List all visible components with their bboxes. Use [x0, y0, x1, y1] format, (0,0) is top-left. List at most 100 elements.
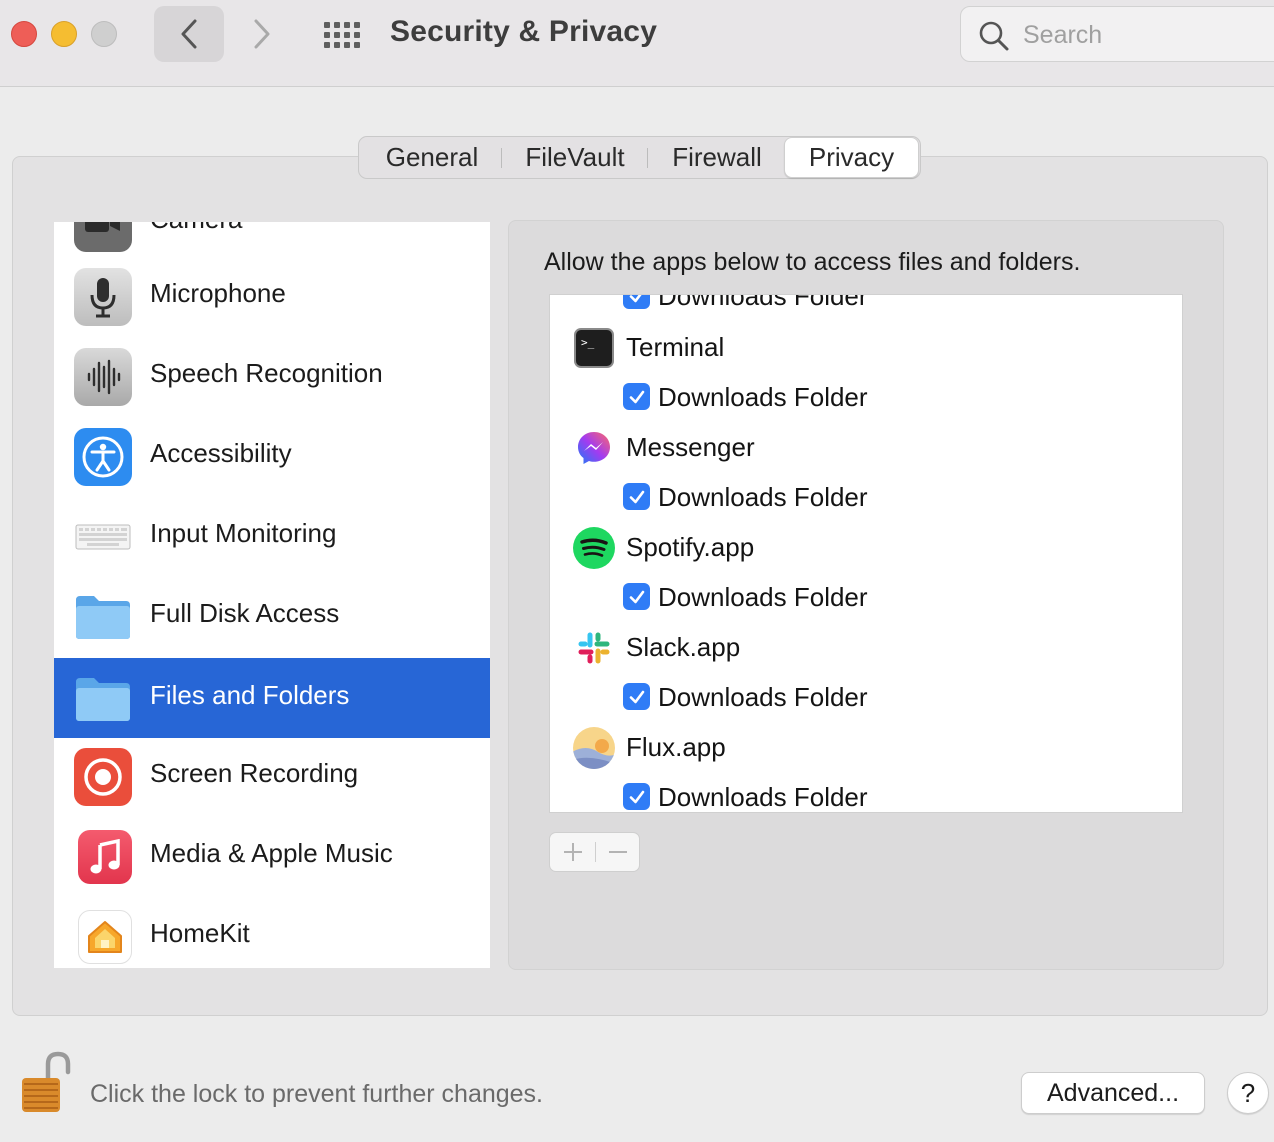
app-name: Spotify.app [626, 532, 755, 562]
unlocked-padlock-icon [22, 1051, 71, 1112]
checkmark-icon [629, 790, 644, 803]
sidebar-item-label: HomeKit [150, 918, 250, 948]
close-button[interactable] [11, 21, 37, 47]
permission-label: Downloads Folder [658, 682, 868, 712]
permission-row[interactable]: Downloads Folder [550, 772, 1182, 812]
microphone-icon [74, 268, 132, 326]
permission-label: Downloads Folder [658, 482, 868, 512]
search-placeholder: Search [1023, 21, 1103, 49]
sidebar-item-label: Camera [150, 222, 242, 235]
checkmark-icon [629, 295, 641, 302]
sidebar-item-speech-recognition[interactable]: Speech Recognition [54, 336, 490, 416]
search-icon [979, 21, 1009, 51]
tab-separator [501, 148, 502, 168]
permission-row[interactable]: Downloads Folder [550, 672, 1182, 722]
svg-text:>_: >_ [581, 336, 595, 349]
add-remove-control [549, 832, 640, 872]
permission-label: Downloads Folder [658, 382, 868, 412]
tab-firewall[interactable]: Firewall [652, 137, 782, 178]
tab-filevault[interactable]: FileVault [507, 137, 643, 178]
permission-label: Downloads Folder [658, 782, 868, 812]
checkmark-icon [629, 590, 644, 603]
sidebar-item-label: Microphone [150, 278, 286, 308]
sidebar-item-microphone[interactable]: Microphone [54, 256, 490, 336]
app-row-messenger: Messenger [550, 422, 1182, 472]
accessibility-icon [74, 428, 132, 486]
checkmark-icon [629, 690, 644, 703]
checkmark-icon [629, 490, 644, 503]
tab-bar: General FileVault Firewall Privacy [358, 136, 921, 179]
app-name: Messenger [626, 432, 755, 462]
detail-heading: Allow the apps below to access files and… [544, 248, 1081, 276]
sidebar-item-label: Screen Recording [150, 758, 359, 788]
app-name: Terminal [626, 332, 725, 362]
sidebar-item-full-disk-access[interactable]: Full Disk Access [54, 576, 490, 656]
minus-icon [609, 851, 627, 853]
permission-row[interactable]: Downloads Folder [550, 372, 1182, 422]
sidebar-item-media-apple-music[interactable]: Media & Apple Music [54, 816, 490, 896]
lock-button[interactable] [18, 1050, 74, 1116]
spotify-icon [572, 526, 616, 570]
checkbox-checked[interactable] [623, 583, 650, 610]
checkbox-checked[interactable] [623, 783, 650, 810]
add-app-button[interactable] [550, 833, 595, 871]
permission-row[interactable]: Downloads Folder [550, 472, 1182, 522]
permission-label: Downloads Folder [658, 582, 868, 612]
keyboard-icon [74, 508, 132, 566]
lock-status-text: Click the lock to prevent further change… [90, 1080, 544, 1108]
checkmark-icon [629, 390, 644, 403]
app-name: Flux.app [626, 732, 726, 762]
permission-row[interactable]: Downloads Folder [550, 572, 1182, 622]
checkbox-checked[interactable] [623, 683, 650, 710]
sidebar-item-homekit[interactable]: HomeKit [54, 896, 490, 968]
sidebar-item-label: Files and Folders [150, 680, 350, 710]
sidebar-item-label: Full Disk Access [150, 598, 340, 628]
app-row-terminal: >_ Terminal [550, 322, 1182, 372]
flux-icon [572, 726, 616, 770]
help-button[interactable]: ? [1227, 1072, 1269, 1114]
app-row-flux: Flux.app [550, 722, 1182, 772]
plus-icon [563, 843, 582, 861]
sidebar-item-label: Speech Recognition [150, 358, 383, 388]
slack-icon [572, 626, 616, 670]
waveform-icon [74, 348, 132, 406]
chevron-left-icon [181, 19, 197, 49]
music-note-icon [78, 830, 132, 884]
forward-button[interactable] [240, 6, 284, 62]
permission-row[interactable]: Downloads Folder [550, 294, 1182, 321]
sidebar-item-input-monitoring[interactable]: Input Monitoring [54, 496, 490, 576]
screen-recording-icon [74, 748, 132, 806]
tab-general[interactable]: General [367, 137, 497, 178]
search-field[interactable]: Search [960, 6, 1274, 62]
permission-label: Downloads Folder [658, 294, 868, 311]
app-row-spotify: Spotify.app [550, 522, 1182, 572]
home-icon [78, 910, 132, 964]
terminal-icon: >_ [572, 326, 616, 370]
advanced-button[interactable]: Advanced... [1021, 1072, 1205, 1114]
minimize-button[interactable] [51, 21, 77, 47]
sidebar-item-label: Media & Apple Music [150, 838, 393, 868]
sidebar-item-accessibility[interactable]: Accessibility [54, 416, 490, 496]
folder-icon [74, 670, 132, 728]
checkbox-checked[interactable] [623, 295, 650, 309]
tab-separator [647, 148, 648, 168]
sidebar-item-files-and-folders[interactable]: Files and Folders [54, 658, 490, 738]
sidebar-item-label: Input Monitoring [150, 518, 337, 548]
window-title: Security & Privacy [390, 15, 658, 48]
privacy-category-list[interactable]: Camera Microphone Speech Recognition Acc… [54, 222, 490, 968]
folder-icon [74, 588, 132, 646]
camera-icon [74, 222, 132, 252]
sidebar-item-screen-recording[interactable]: Screen Recording [54, 736, 490, 816]
tab-privacy[interactable]: Privacy [784, 137, 919, 178]
messenger-icon [572, 426, 616, 470]
sidebar-item-label: Accessibility [150, 438, 292, 468]
chevron-right-icon [254, 19, 270, 49]
title-bar: Security & Privacy Search [0, 0, 1274, 87]
back-button[interactable] [154, 6, 224, 62]
zoom-button[interactable] [91, 21, 117, 47]
show-all-grid-icon[interactable] [324, 22, 362, 48]
app-permission-list[interactable]: Downloads Folder >_ Terminal Downloads F… [549, 294, 1183, 813]
checkbox-checked[interactable] [623, 483, 650, 510]
checkbox-checked[interactable] [623, 383, 650, 410]
remove-app-button[interactable] [596, 833, 640, 871]
